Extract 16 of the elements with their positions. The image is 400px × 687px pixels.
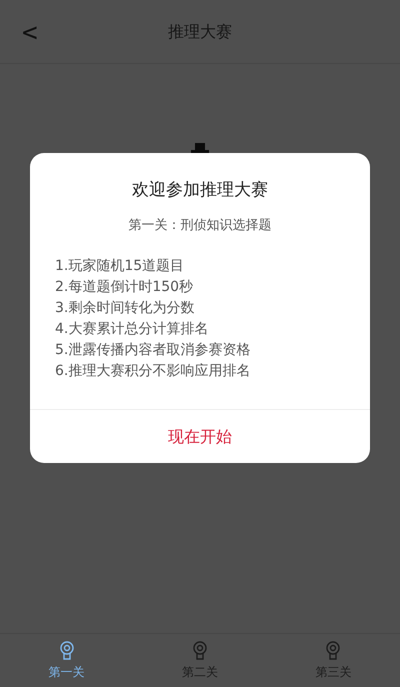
rule-text: 4.大赛累计总分计算排名 (55, 320, 210, 339)
rule-text: 2.每道题倒计时150秒 (55, 278, 194, 297)
start-button[interactable]: 现在开始 (30, 409, 370, 463)
page-title: 推理大赛 (168, 20, 232, 42)
level-tab[interactable]: 第一关 (0, 634, 134, 687)
rule-text: 6.推理大赛积分不影响应用排名 (55, 362, 252, 381)
dialog-subtitle: 第一关：刑侦知识选择题 (128, 216, 272, 234)
medal-icon (58, 640, 75, 660)
rule-text: 1.玩家随机15道题目 (55, 257, 186, 276)
medal-icon (192, 640, 208, 660)
back-button[interactable]: < (22, 20, 38, 46)
rule-text: 3.剩余时间转化为分数 (55, 299, 196, 318)
dialog-title: 欢迎参加推理大赛 (132, 179, 268, 202)
medal-icon (325, 640, 342, 660)
detective-hat-icon (190, 142, 210, 154)
rule-text: 5.泄露传播内容者取消参赛资格 (55, 341, 252, 360)
